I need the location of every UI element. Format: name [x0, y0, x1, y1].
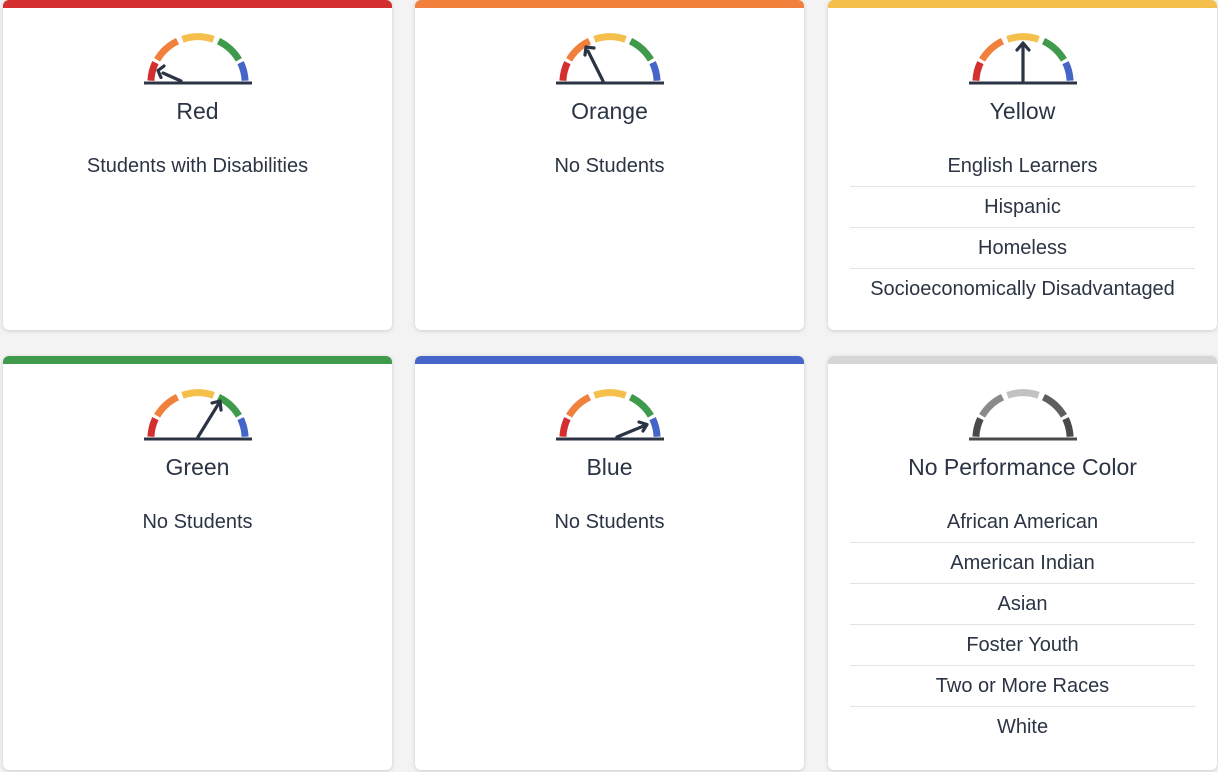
card-yellow: Yellow English Learners Hispanic Homeles…	[828, 0, 1217, 330]
gauge-yellow-icon	[968, 24, 1078, 86]
card-color-bar	[3, 356, 392, 364]
student-group-item: American Indian	[850, 543, 1195, 584]
student-group-list: Students with Disabilities	[25, 146, 370, 186]
student-group-item: No Students	[142, 511, 253, 533]
card-title: Red	[176, 98, 219, 124]
student-group-list: No Students	[437, 502, 782, 542]
gauge-blue-icon	[555, 380, 665, 442]
card-color-bar	[415, 356, 804, 364]
card-title: Orange	[571, 98, 648, 124]
gauge-gray-icon	[968, 380, 1078, 442]
card-green: Green No Students	[3, 356, 392, 770]
student-group-item: Two or More Races	[850, 666, 1195, 707]
card-color-bar	[415, 0, 804, 8]
card-blue: Blue No Students	[415, 356, 804, 770]
student-group-item: No Students	[554, 155, 665, 177]
student-group-item: No Students	[554, 511, 665, 533]
student-group-list: English Learners Hispanic Homeless Socio…	[850, 146, 1195, 309]
gauge-green-icon	[143, 380, 253, 442]
card-no-performance-color: No Performance Color African American Am…	[828, 356, 1217, 770]
performance-level-grid: Red Students with Disabilities Orange No…	[0, 0, 1218, 772]
student-group-item: Asian	[850, 584, 1195, 625]
student-group-item: Homeless	[850, 228, 1195, 269]
card-title: Blue	[586, 454, 633, 480]
student-group-item: Students with Disabilities	[86, 155, 309, 177]
student-group-item: English Learners	[850, 146, 1195, 187]
student-group-item: African American	[850, 502, 1195, 543]
student-group-list: African American American Indian Asian F…	[850, 502, 1195, 747]
student-group-item: Socioeconomically Disadvantaged	[870, 278, 1175, 300]
student-group-item: Hispanic	[850, 187, 1195, 228]
card-orange: Orange No Students	[415, 0, 804, 330]
card-title: Green	[165, 454, 230, 480]
card-color-bar	[828, 0, 1217, 8]
card-red: Red Students with Disabilities	[3, 0, 392, 330]
gauge-orange-icon	[555, 24, 665, 86]
student-group-list: No Students	[437, 146, 782, 186]
student-group-item: White	[996, 716, 1049, 738]
card-title: No Performance Color	[908, 454, 1137, 480]
gauge-red-icon	[143, 24, 253, 86]
card-color-bar	[828, 356, 1217, 364]
card-color-bar	[3, 0, 392, 8]
card-title: Yellow	[989, 98, 1056, 124]
student-group-list: No Students	[25, 502, 370, 542]
student-group-item: Foster Youth	[850, 625, 1195, 666]
